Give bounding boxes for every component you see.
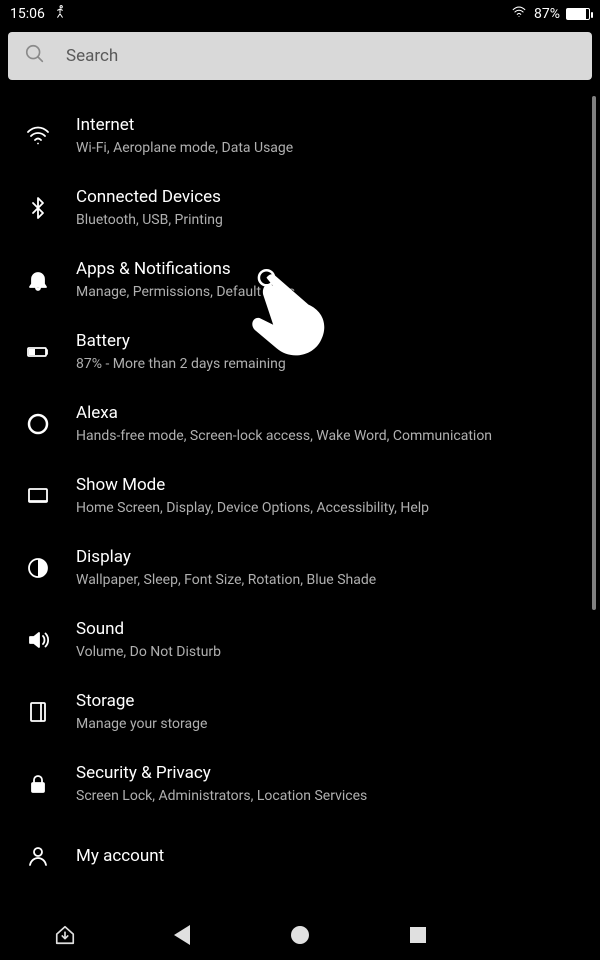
- settings-item-subtitle: Manage, Permissions, Default apps: [76, 283, 295, 302]
- settings-item-display[interactable]: Display Wallpaper, Sleep, Font Size, Rota…: [16, 532, 584, 604]
- settings-item-title: Internet: [76, 115, 293, 135]
- nav-home-button[interactable]: [270, 926, 330, 944]
- status-time: 15:06: [10, 6, 45, 22]
- nav-back-button[interactable]: [152, 925, 212, 945]
- settings-item-title: My account: [76, 846, 164, 866]
- scrollbar[interactable]: [592, 96, 596, 610]
- settings-item-internet[interactable]: Internet Wi-Fi, Aeroplane mode, Data Usag…: [16, 100, 584, 172]
- volume-icon: [22, 628, 54, 652]
- settings-item-subtitle: Wi-Fi, Aeroplane mode, Data Usage: [76, 139, 293, 158]
- search-icon: [24, 43, 46, 69]
- bluetooth-icon: [22, 196, 54, 220]
- search-input[interactable]: Search: [8, 32, 592, 80]
- settings-item-title: Show Mode: [76, 475, 429, 495]
- battery-low-icon: [22, 340, 54, 364]
- wifi-status-icon: [510, 5, 528, 23]
- settings-item-apps-notifications[interactable]: Apps & Notifications Manage, Permissions,…: [16, 244, 584, 316]
- person-icon: [22, 844, 54, 868]
- settings-item-subtitle: Home Screen, Display, Device Options, Ac…: [76, 499, 429, 518]
- nav-home-download-button[interactable]: [35, 924, 95, 946]
- contrast-icon: [22, 556, 54, 580]
- settings-item-show-mode[interactable]: Show Mode Home Screen, Display, Device Op…: [16, 460, 584, 532]
- lock-icon: [22, 772, 54, 796]
- bell-icon: [22, 268, 54, 292]
- settings-item-subtitle: Volume, Do Not Disturb: [76, 643, 221, 662]
- settings-item-subtitle: Wallpaper, Sleep, Font Size, Rotation, B…: [76, 571, 376, 590]
- nav-recent-button[interactable]: [388, 927, 448, 943]
- battery-percent: 87%: [534, 6, 560, 22]
- settings-item-sound[interactable]: Sound Volume, Do Not Disturb: [16, 604, 584, 676]
- settings-item-security-privacy[interactable]: Security & Privacy Screen Lock, Administr…: [16, 748, 584, 820]
- storage-icon: [22, 700, 54, 724]
- status-bar: 15:06 87%: [0, 0, 600, 28]
- settings-item-subtitle: Hands-free mode, Screen-lock access, Wak…: [76, 427, 492, 446]
- settings-item-title: Battery: [76, 331, 286, 351]
- settings-item-title: Apps & Notifications: [76, 259, 295, 279]
- settings-item-alexa[interactable]: Alexa Hands-free mode, Screen-lock access…: [16, 388, 584, 460]
- settings-item-storage[interactable]: Storage Manage your storage: [16, 676, 584, 748]
- settings-item-subtitle: Manage your storage: [76, 715, 207, 734]
- monitor-icon: [22, 484, 54, 508]
- settings-item-title: Sound: [76, 619, 221, 639]
- activity-icon: [53, 5, 67, 23]
- settings-item-subtitle: Bluetooth, USB, Printing: [76, 211, 223, 230]
- settings-item-battery[interactable]: Battery 87% - More than 2 days remaining: [16, 316, 584, 388]
- settings-item-title: Storage: [76, 691, 207, 711]
- alexa-icon: [22, 412, 54, 436]
- search-placeholder: Search: [66, 46, 118, 66]
- settings-item-title: Connected Devices: [76, 187, 223, 207]
- battery-icon: [566, 8, 590, 20]
- settings-item-my-account[interactable]: My account: [16, 820, 584, 892]
- settings-list[interactable]: Internet Wi-Fi, Aeroplane mode, Data Usag…: [0, 90, 600, 922]
- settings-item-connected-devices[interactable]: Connected Devices Bluetooth, USB, Printin…: [16, 172, 584, 244]
- settings-item-subtitle: Screen Lock, Administrators, Location Se…: [76, 787, 367, 806]
- settings-item-title: Security & Privacy: [76, 763, 367, 783]
- settings-item-title: Display: [76, 547, 376, 567]
- wifi-icon: [22, 124, 54, 148]
- settings-item-subtitle: 87% - More than 2 days remaining: [76, 355, 286, 374]
- settings-item-title: Alexa: [76, 403, 492, 423]
- navigation-bar: [0, 910, 600, 960]
